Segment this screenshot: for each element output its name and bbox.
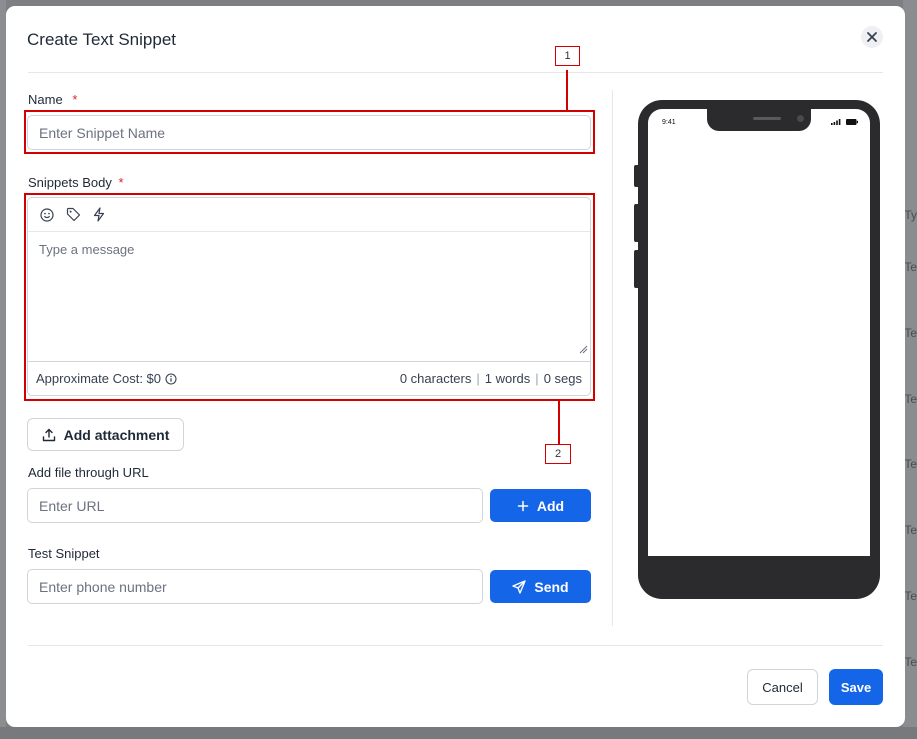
phone-number-input[interactable] [27,569,483,604]
background-row-label: Te [904,589,917,603]
annotation-tag-1: 1 [555,46,580,66]
send-button-label: Send [534,578,569,595]
header-divider [28,72,883,73]
phone-speaker [753,117,781,120]
name-label: Name * [28,92,77,107]
add-url-button[interactable]: Add [490,489,591,522]
modal-title: Create Text Snippet [27,30,176,49]
annotation-box-2 [24,193,595,401]
battery-icon [846,119,858,125]
body-label: Snippets Body * [28,175,124,190]
phone-time: 9:41 [662,119,676,126]
create-snippet-modal: Create Text Snippet Name * Snippets Body… [6,6,905,727]
background-row-label: Te [904,392,917,406]
background-row-label: Te [904,523,917,537]
annotation-tag-2: 2 [545,444,571,464]
name-label-text: Name [28,92,63,107]
test-snippet-label: Test Snippet [28,546,100,561]
body-label-text: Snippets Body [28,175,112,190]
file-url-input[interactable] [27,488,483,523]
add-attachment-button[interactable]: Add attachment [27,418,184,451]
required-marker: * [72,92,78,107]
add-button-label: Add [536,497,565,514]
add-attachment-label: Add attachment [63,426,170,443]
phone-preview: 9:41 [638,100,880,599]
footer-divider [28,645,883,646]
annotation-box-1 [24,110,595,154]
signal-icon [831,119,841,125]
close-icon [867,32,877,42]
send-icon [512,579,527,594]
cancel-button[interactable]: Cancel [747,669,818,705]
background-row-label: Ty [904,208,917,222]
background-row-label: Te [904,457,917,471]
save-button[interactable]: Save [829,669,883,705]
required-marker: * [118,175,124,190]
phone-camera [797,115,804,122]
background-right-column [903,0,917,739]
phone-status-icons [831,119,858,125]
phone-notch [707,109,811,131]
preview-divider [612,90,613,626]
file-url-label: Add file through URL [28,465,149,480]
background-row-label: Te [904,655,917,669]
background-bottom-edge [0,727,917,739]
background-row-label: Te [904,260,917,274]
annotation-line-1 [566,70,568,111]
upload-icon [42,428,55,441]
phone-screen: 9:41 [648,109,870,556]
background-row-label: Te [904,326,917,340]
close-button[interactable] [861,26,883,48]
plus-icon [517,500,529,511]
send-test-button[interactable]: Send [490,570,591,603]
annotation-line-2 [558,400,560,445]
